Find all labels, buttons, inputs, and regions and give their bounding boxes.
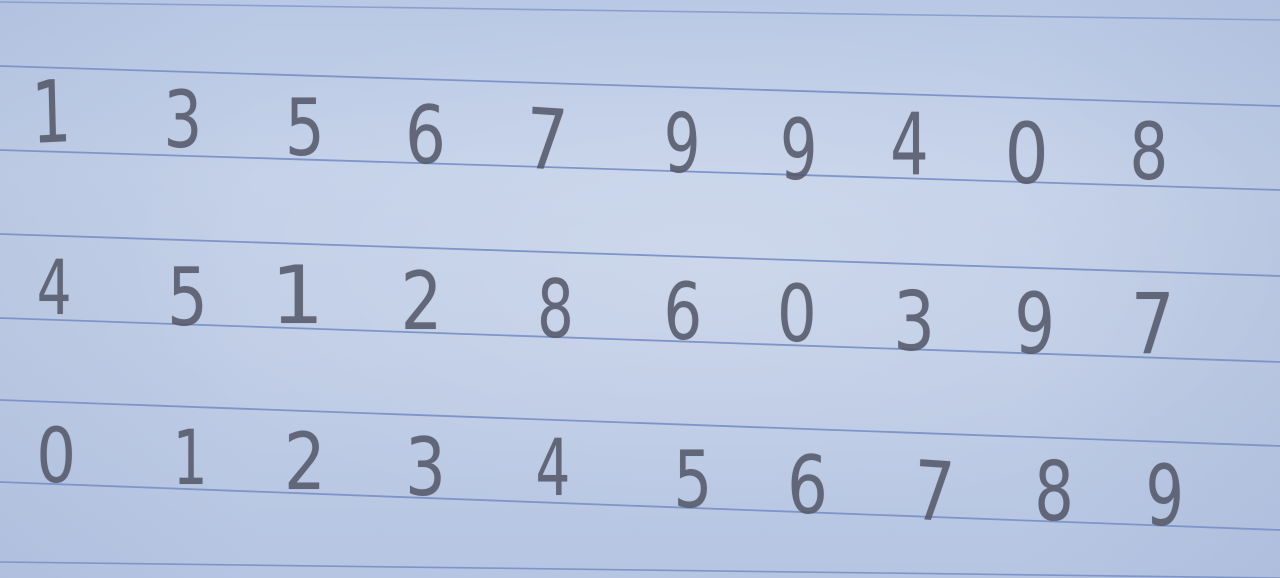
handwritten-digit: 2 bbox=[283, 418, 326, 508]
handwritten-digit: 6 bbox=[663, 268, 703, 358]
handwritten-digit: 1 bbox=[172, 413, 208, 502]
handwritten-digit: 7 bbox=[911, 443, 957, 542]
handwritten-digit: 5 bbox=[167, 251, 208, 344]
handwritten-digit: 6 bbox=[787, 439, 828, 532]
handwritten-digit: 1 bbox=[270, 249, 325, 342]
digit-row-3: 0 1 2 3 4 5 6 7 8 9 bbox=[0, 0, 1280, 542]
handwritten-digit: 5 bbox=[673, 436, 713, 526]
handwritten-digit: 2 bbox=[400, 255, 443, 348]
handwritten-digit: 0 bbox=[36, 411, 77, 500]
handwritten-digit: 9 bbox=[1014, 275, 1056, 373]
handwritten-digit: 7 bbox=[1130, 275, 1175, 373]
handwritten-digit: 8 bbox=[1034, 445, 1074, 540]
handwritten-digit: 0 bbox=[1004, 105, 1049, 203]
handwritten-digit: 3 bbox=[405, 421, 446, 514]
rule-line bbox=[0, 561, 1280, 578]
handwritten-digit: 4 bbox=[535, 424, 571, 514]
handwritten-digit: 8 bbox=[1129, 108, 1169, 198]
handwritten-digit: 0 bbox=[776, 270, 817, 360]
handwritten-digit: 4 bbox=[36, 243, 72, 332]
handwritten-digit: 9 bbox=[780, 101, 818, 199]
handwritten-digit: 8 bbox=[537, 263, 574, 356]
handwritten-digit: 9 bbox=[1145, 447, 1184, 545]
handwritten-digit: 3 bbox=[893, 275, 935, 370]
